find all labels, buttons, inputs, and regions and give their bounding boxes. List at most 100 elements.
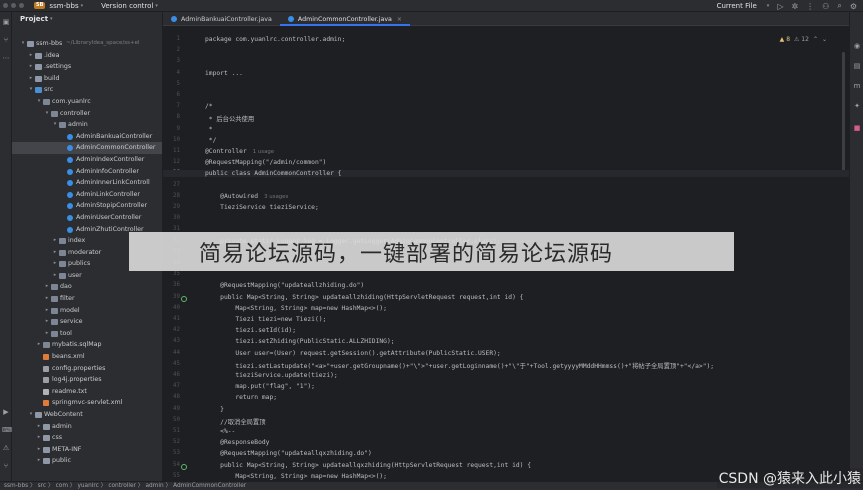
tree-item[interactable]: ▾ src bbox=[12, 84, 162, 96]
code-line[interactable]: //取消全局置顶 bbox=[205, 417, 265, 426]
chevron-right-icon[interactable]: ▸ bbox=[52, 258, 58, 270]
chevron-right-icon[interactable]: ▸ bbox=[44, 328, 50, 340]
chevron-right-icon[interactable]: ▸ bbox=[36, 444, 42, 456]
tree-item[interactable]: ▸ META-INF bbox=[12, 444, 162, 456]
code-line[interactable]: tieziService.update(tiezi); bbox=[205, 372, 337, 379]
tree-item[interactable]: AdminStopipController bbox=[12, 200, 162, 212]
code-line[interactable]: @Controller 1 usage bbox=[205, 148, 274, 155]
code-line[interactable]: Map<String, String> map=new HashMap<>(); bbox=[205, 473, 387, 480]
run-icon[interactable]: ▷ bbox=[777, 2, 783, 11]
usage-hint[interactable]: 3 usages bbox=[264, 194, 288, 200]
tree-item[interactable]: AdminIndexController bbox=[12, 154, 162, 166]
tree-item[interactable]: ▸ tool bbox=[12, 328, 162, 340]
code-line[interactable]: Map<String, String> map=new HashMap<>(); bbox=[205, 305, 387, 312]
tree-item[interactable]: ▾ WebContent bbox=[12, 409, 162, 421]
code-line[interactable]: map.put("flag", "1"); bbox=[205, 383, 315, 390]
code-line[interactable]: @RequestMapping("updateallzhiding.do") bbox=[205, 282, 364, 289]
code-line[interactable]: @ResponseBody bbox=[205, 439, 269, 446]
tree-item[interactable]: ▾ ssm-bbs ~/LibraryIdea_space/ss+el bbox=[12, 38, 162, 50]
tree-item[interactable]: log4j.properties bbox=[12, 374, 162, 386]
chevron-down-icon[interactable]: ▾ bbox=[44, 108, 50, 120]
tree-item[interactable]: ▸ filter bbox=[12, 293, 162, 305]
tree-item[interactable]: ▸ public bbox=[12, 455, 162, 467]
search-icon[interactable]: ⌕ bbox=[837, 1, 841, 11]
tree-item[interactable]: ▸ css bbox=[12, 432, 162, 444]
chevron-right-icon[interactable]: ▸ bbox=[44, 293, 50, 305]
close-window-icon[interactable] bbox=[3, 3, 8, 8]
chevron-down-icon[interactable]: ▾ bbox=[52, 119, 58, 131]
minimize-window-icon[interactable] bbox=[11, 3, 16, 8]
code-line[interactable]: */ bbox=[205, 137, 217, 144]
tree-item[interactable]: AdminInfoController bbox=[12, 166, 162, 178]
chevron-down-icon[interactable]: ▾ bbox=[155, 3, 158, 9]
chevron-right-icon[interactable]: ▸ bbox=[36, 455, 42, 467]
editor-tab[interactable]: AdminBankuaiController.java bbox=[163, 12, 280, 26]
weak-warning-count[interactable]: ⚠ 12 bbox=[794, 36, 809, 43]
tree-item[interactable]: ▾ controller bbox=[12, 108, 162, 120]
code-line[interactable]: @Autowired 3 usages bbox=[205, 193, 288, 200]
git-tool-icon[interactable]: ⑂ bbox=[2, 462, 10, 470]
chevron-down-icon[interactable]: ▾ bbox=[28, 409, 34, 421]
chevron-down-icon[interactable]: ▾ bbox=[50, 16, 53, 22]
chevron-right-icon[interactable]: ▸ bbox=[52, 235, 58, 247]
code-line[interactable]: User user=(User) request.getSession().ge… bbox=[205, 350, 500, 357]
chevron-right-icon[interactable]: ▸ bbox=[44, 316, 50, 328]
chevron-down-icon[interactable]: ▾ bbox=[81, 3, 84, 9]
code-line[interactable]: * 后台公共使用 bbox=[205, 114, 254, 123]
problems-tool-icon[interactable]: ⚠ bbox=[2, 444, 10, 452]
tree-item[interactable]: readme.txt bbox=[12, 386, 162, 398]
chevron-down-icon[interactable]: ▾ bbox=[28, 84, 34, 96]
window-controls[interactable] bbox=[0, 3, 24, 8]
inspection-widget[interactable]: ▲ 8 ⚠ 12 ⌃ ⌄ bbox=[780, 36, 827, 43]
debug-icon[interactable]: ✲ bbox=[791, 2, 798, 11]
database-icon[interactable]: ▤ bbox=[853, 62, 861, 70]
chevron-right-icon[interactable]: ▸ bbox=[36, 421, 42, 433]
tree-item[interactable]: ▸ .settings bbox=[12, 61, 162, 73]
tree-item[interactable]: ▾ com.yuanlrc bbox=[12, 96, 162, 108]
tree-item[interactable]: ▸ build bbox=[12, 73, 162, 85]
code-line[interactable]: return map; bbox=[205, 394, 277, 401]
code-line[interactable]: <%-- bbox=[205, 428, 235, 435]
warning-count[interactable]: ▲ 8 bbox=[780, 36, 790, 43]
chevron-right-icon[interactable]: ▸ bbox=[28, 50, 34, 62]
chevron-down-icon[interactable]: ▾ bbox=[767, 3, 770, 9]
tree-item[interactable]: ▸ dao bbox=[12, 281, 162, 293]
tree-item[interactable]: ▸ user bbox=[12, 270, 162, 282]
chevron-down-icon[interactable]: ▾ bbox=[36, 96, 42, 108]
chevron-up-icon[interactable]: ⌃ bbox=[813, 36, 818, 43]
more-icon[interactable]: ⋮ bbox=[806, 2, 814, 11]
terminal-tool-icon[interactable]: ⌨ bbox=[2, 426, 12, 434]
code-line[interactable]: package com.yuanlrc.controller.admin; bbox=[205, 36, 345, 43]
version-control-menu[interactable]: Version control bbox=[101, 2, 153, 10]
tree-item[interactable]: beans.xml bbox=[12, 351, 162, 363]
tree-item[interactable]: AdminLinkController bbox=[12, 189, 162, 201]
tree-item[interactable]: ▸ mybatis.sqlMap bbox=[12, 339, 162, 351]
project-tool-icon[interactable]: ▣ bbox=[2, 18, 10, 26]
code-line[interactable]: public Map<String, String> updateallqxzh… bbox=[205, 462, 531, 469]
chevron-right-icon[interactable]: ▸ bbox=[28, 61, 34, 73]
tree-item[interactable]: ▾ admin bbox=[12, 119, 162, 131]
code-line[interactable]: TieziService tieziService; bbox=[205, 204, 319, 211]
project-switcher[interactable]: ssm-bbs bbox=[49, 2, 78, 10]
maven-icon[interactable]: m bbox=[853, 82, 861, 90]
editor-tab[interactable]: AdminCommonController.java × bbox=[279, 12, 411, 26]
run-tool-icon[interactable]: ▶ bbox=[2, 408, 10, 416]
usage-hint[interactable]: 1 usage bbox=[253, 149, 274, 155]
tree-item[interactable]: AdminCommonController bbox=[12, 142, 162, 154]
endpoint-gutter-icon[interactable] bbox=[181, 463, 187, 470]
code-line[interactable]: @RequestMapping("/admin/common") bbox=[205, 159, 326, 166]
code-line[interactable]: Tiezi tiezi=new Tiezi(); bbox=[205, 316, 326, 323]
chevron-down-icon[interactable]: ⌄ bbox=[822, 36, 827, 43]
code-line[interactable]: /* bbox=[205, 103, 213, 110]
run-config-selector[interactable]: Current File bbox=[717, 2, 757, 10]
tree-item[interactable]: config.properties bbox=[12, 363, 162, 375]
endpoint-gutter-icon[interactable] bbox=[181, 295, 187, 302]
commit-tool-icon[interactable]: ⑂ bbox=[2, 36, 10, 44]
code-line[interactable]: tiezi.setId(id); bbox=[205, 327, 296, 334]
tree-item[interactable]: ▸ service bbox=[12, 316, 162, 328]
notifications-icon[interactable]: ◉ bbox=[853, 42, 861, 50]
vertical-scrollbar[interactable] bbox=[842, 52, 845, 172]
code-line[interactable]: tiezi.setZhiding(PublicStatic.ALLZHIDING… bbox=[205, 338, 394, 345]
tree-item[interactable]: springmvc-servlet.xml bbox=[12, 397, 162, 409]
chevron-down-icon[interactable]: ▾ bbox=[20, 38, 26, 50]
